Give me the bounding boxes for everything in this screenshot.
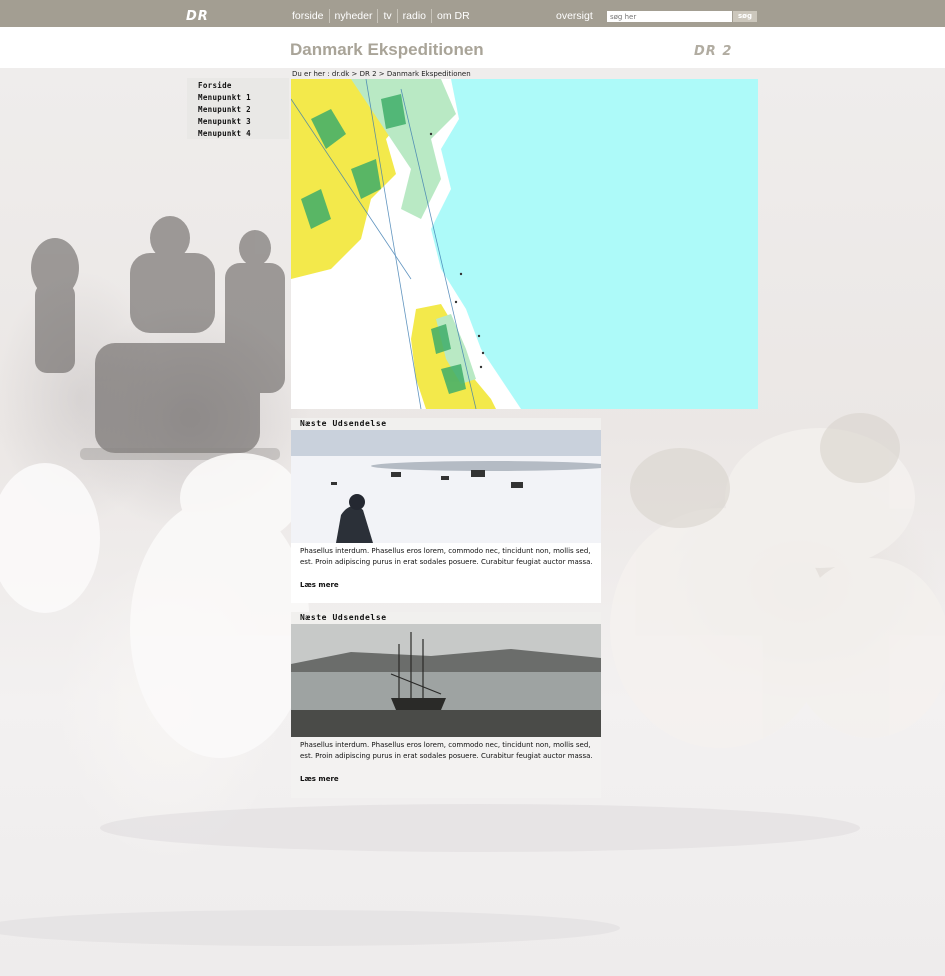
side-menu: Forside Menupunkt 1 Menupunkt 2 Menupunk… bbox=[187, 78, 289, 139]
top-navigation-bar: DR forside nyheder tv radio om DR oversi… bbox=[0, 0, 945, 27]
search-input[interactable] bbox=[607, 11, 732, 22]
card-text: Phasellus interdum. Phasellus eros lorem… bbox=[300, 547, 593, 566]
card-text: Phasellus interdum. Phasellus eros lorem… bbox=[300, 741, 593, 760]
nav-tv[interactable]: tv bbox=[377, 9, 396, 23]
expedition-camp-image bbox=[291, 430, 601, 543]
search-button[interactable]: søg bbox=[733, 11, 757, 22]
menu-item-2[interactable]: Menupunkt 2 bbox=[198, 104, 289, 116]
breadcrumb: Du er her : dr.dk > DR 2 > Danmark Ekspe… bbox=[292, 70, 471, 78]
read-more-link[interactable]: Læs mere bbox=[291, 568, 601, 589]
news-card: Næste Udsendelse Phasellus interdum. Pha… bbox=[291, 612, 601, 798]
menu-item-1[interactable]: Menupunkt 1 bbox=[198, 92, 289, 104]
nav-forside[interactable]: forside bbox=[292, 9, 329, 23]
read-more-link[interactable]: Læs mere bbox=[291, 762, 601, 783]
page-title: Danmark Ekspeditionen bbox=[290, 40, 484, 59]
historic-ship-image bbox=[291, 624, 601, 737]
news-card: Næste Udsendelse Phasellus interdum. Pha… bbox=[291, 418, 601, 603]
greenland-map[interactable] bbox=[291, 79, 758, 409]
nav-om-dr[interactable]: om DR bbox=[431, 9, 475, 23]
menu-item-4[interactable]: Menupunkt 4 bbox=[198, 128, 289, 140]
card-heading: Næste Udsendelse bbox=[291, 418, 601, 430]
dr-logo[interactable]: DR bbox=[186, 9, 209, 24]
menu-item-3[interactable]: Menupunkt 3 bbox=[198, 116, 289, 128]
nav-nyheder[interactable]: nyheder bbox=[328, 9, 378, 23]
menu-item-forside[interactable]: Forside bbox=[198, 80, 289, 92]
nav-radio[interactable]: radio bbox=[396, 9, 431, 23]
dr2-logo[interactable]: DR 2 bbox=[694, 44, 732, 59]
oversigt-link[interactable]: oversigt bbox=[556, 10, 593, 22]
page-header: Danmark Ekspeditionen DR 2 bbox=[0, 27, 945, 68]
card-heading: Næste Udsendelse bbox=[291, 612, 601, 624]
main-nav: forside nyheder tv radio om DR bbox=[292, 9, 475, 23]
